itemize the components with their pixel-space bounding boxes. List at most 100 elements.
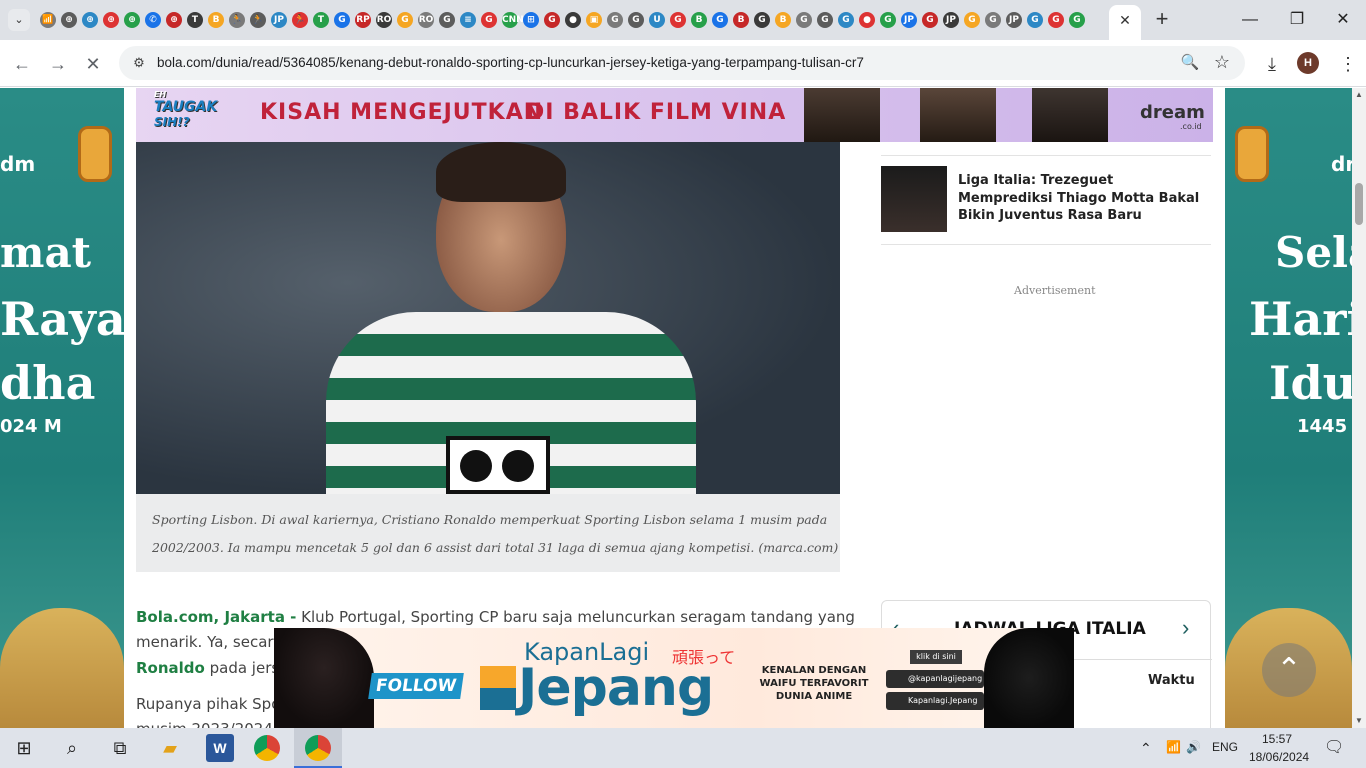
scrollbar-thumb[interactable] [1355, 183, 1363, 225]
minimize-button[interactable]: — [1238, 8, 1262, 32]
menu-icon[interactable]: ⋮ [1336, 52, 1360, 76]
schedule-next-icon[interactable]: › [1182, 615, 1189, 641]
tab-favicon[interactable]: 📶 [40, 12, 56, 28]
tab-favicon[interactable]: U [649, 12, 665, 28]
language-indicator[interactable]: ENG [1212, 740, 1238, 754]
restore-button[interactable]: ❐ [1285, 8, 1309, 32]
close-window-button[interactable]: ✕ [1331, 8, 1355, 32]
article-lead-link[interactable]: Bola.com, Jakarta - [136, 608, 296, 626]
related-article-title[interactable]: Liga Italia: Trezeguet Memprediksi Thiag… [958, 172, 1208, 225]
tab-favicon[interactable]: ⊕ [103, 12, 119, 28]
profile-avatar[interactable]: H [1297, 52, 1319, 74]
tab-favicon[interactable]: G [712, 12, 728, 28]
tab-favicon[interactable]: JP [943, 12, 959, 28]
tab-favicon[interactable]: G [1069, 12, 1085, 28]
tab-favicon[interactable]: ⊞ [523, 12, 539, 28]
ad-follow-button[interactable]: FOLLOW [368, 673, 464, 699]
page-scrollbar[interactable]: ▲ ▼ [1352, 88, 1366, 728]
stop-loading-button[interactable]: ✕ [81, 52, 105, 76]
bookmark-star-icon[interactable]: ☆ [1211, 51, 1233, 73]
url-text[interactable]: bola.com/dunia/read/5364085/kenang-debut… [157, 55, 864, 70]
tab-favicon[interactable]: T [187, 12, 203, 28]
tab-favicon[interactable]: ⊕ [82, 12, 98, 28]
tab-favicon[interactable]: G [985, 12, 1001, 28]
scroll-to-top-button[interactable]: ⌃ [1262, 643, 1316, 697]
back-button[interactable]: ← [10, 52, 34, 76]
tab-favicon[interactable]: ● [565, 12, 581, 28]
top-banner-ad[interactable]: EH TAUGAK SIH!? KISAH MENGEJUTKAN DI BAL… [136, 88, 1213, 142]
download-icon[interactable]: ⤓ [1260, 52, 1284, 76]
tab-favicon[interactable]: G [481, 12, 497, 28]
tab-favicon[interactable]: ✆ [145, 12, 161, 28]
clock-time[interactable]: 15:57 [1262, 732, 1292, 746]
related-article[interactable]: Liga Italia: Trezeguet Memprediksi Thiag… [881, 155, 1211, 245]
tab-favicon[interactable]: B [733, 12, 749, 28]
tab-favicon[interactable]: G [397, 12, 413, 28]
tab-favicon[interactable]: G [880, 12, 896, 28]
new-tab-button[interactable]: + [1150, 8, 1174, 32]
tab-favicon[interactable]: G [922, 12, 938, 28]
tab-favicon[interactable]: B [691, 12, 707, 28]
tab-favicon[interactable]: RP [355, 12, 371, 28]
search-icon[interactable]: ⌕ [58, 734, 86, 762]
forward-button[interactable]: → [46, 52, 70, 76]
tab-favicon[interactable]: JP [901, 12, 917, 28]
tab-favicon[interactable]: G [754, 12, 770, 28]
notification-icon[interactable]: 🗨 [1324, 737, 1344, 757]
tab-favicon[interactable]: 🏃 [292, 12, 308, 28]
task-view-icon[interactable]: ⧉ [106, 734, 134, 762]
tab-favicon[interactable]: G [838, 12, 854, 28]
related-article-thumbnail[interactable] [881, 166, 947, 232]
right-side-banner-ad[interactable]: dr Sela Hari Iduk 1445 H [1225, 88, 1352, 728]
ad-instagram[interactable]: @kapanlagijepang [886, 670, 984, 688]
chrome-active-window[interactable] [294, 728, 342, 768]
volume-icon[interactable]: 🔊 [1186, 740, 1201, 754]
tab-favicon[interactable]: RO [418, 12, 434, 28]
file-explorer-icon[interactable]: ▰ [156, 734, 184, 762]
word-icon[interactable]: W [206, 734, 234, 762]
tab-favicon[interactable]: ⊕ [166, 12, 182, 28]
tab-favicon[interactable]: G [628, 12, 644, 28]
tab-favicon[interactable]: RO [376, 12, 392, 28]
scroll-up-arrow[interactable]: ▲ [1352, 88, 1366, 102]
tab-favicon[interactable]: G [1048, 12, 1064, 28]
tab-favicon[interactable]: JP [271, 12, 287, 28]
ad-tiktok[interactable]: Kapanlagi.Jepang [886, 692, 984, 710]
tab-favicon[interactable]: B [775, 12, 791, 28]
article-photo[interactable] [136, 142, 840, 494]
tab-favicon[interactable]: B [208, 12, 224, 28]
tab-favicon[interactable]: G [334, 12, 350, 28]
tray-chevron-icon[interactable]: ⌃ [1140, 740, 1152, 757]
chrome-icon[interactable] [254, 735, 280, 761]
tab-favicon[interactable]: G [544, 12, 560, 28]
scroll-down-arrow[interactable]: ▼ [1352, 714, 1366, 728]
ronaldo-link[interactable]: Ronaldo [136, 659, 205, 677]
tab-favicon[interactable]: ▣ [586, 12, 602, 28]
ad-click-here[interactable]: klik di sini [910, 650, 962, 664]
tab-favicon[interactable]: G [439, 12, 455, 28]
tab-favicon[interactable]: G [964, 12, 980, 28]
tab-search-button[interactable]: ⌄ [8, 9, 30, 31]
tab-favicon[interactable]: CNN [502, 12, 524, 28]
tab-favicon[interactable]: 🏃 [250, 12, 266, 28]
tab-favicon[interactable]: ⊕ [124, 12, 140, 28]
tab-favicon[interactable]: G [817, 12, 833, 28]
site-info-icon[interactable]: ⚙ [129, 53, 149, 73]
address-bar[interactable]: ⚙ bola.com/dunia/read/5364085/kenang-deb… [119, 46, 1245, 80]
tab-favicon[interactable]: G [796, 12, 812, 28]
tab-favicon[interactable]: G [670, 12, 686, 28]
tab-favicon[interactable]: G [1027, 12, 1043, 28]
left-side-banner-ad[interactable]: dm mat Raya dha 024 M [0, 88, 124, 728]
zoom-icon[interactable]: 🔍 [1179, 52, 1201, 74]
windows-start-icon[interactable]: ⊞ [10, 734, 38, 762]
bottom-sticky-ad[interactable]: FOLLOW KapanLagi Jepang 頑張って KENALAN DEN… [274, 628, 1074, 728]
tab-favicon[interactable]: ≡ [460, 12, 476, 28]
tab-favicon[interactable]: ⊕ [61, 12, 77, 28]
tab-favicon[interactable]: 🏃 [229, 12, 245, 28]
tab-favicon[interactable]: ● [859, 12, 875, 28]
clock-date[interactable]: 18/06/2024 [1249, 750, 1309, 764]
close-tab-icon[interactable]: ✕ [1117, 12, 1133, 28]
tab-favicon[interactable]: G [607, 12, 623, 28]
network-icon[interactable]: 📶 [1166, 740, 1181, 754]
tab-favicon[interactable]: T [313, 12, 329, 28]
